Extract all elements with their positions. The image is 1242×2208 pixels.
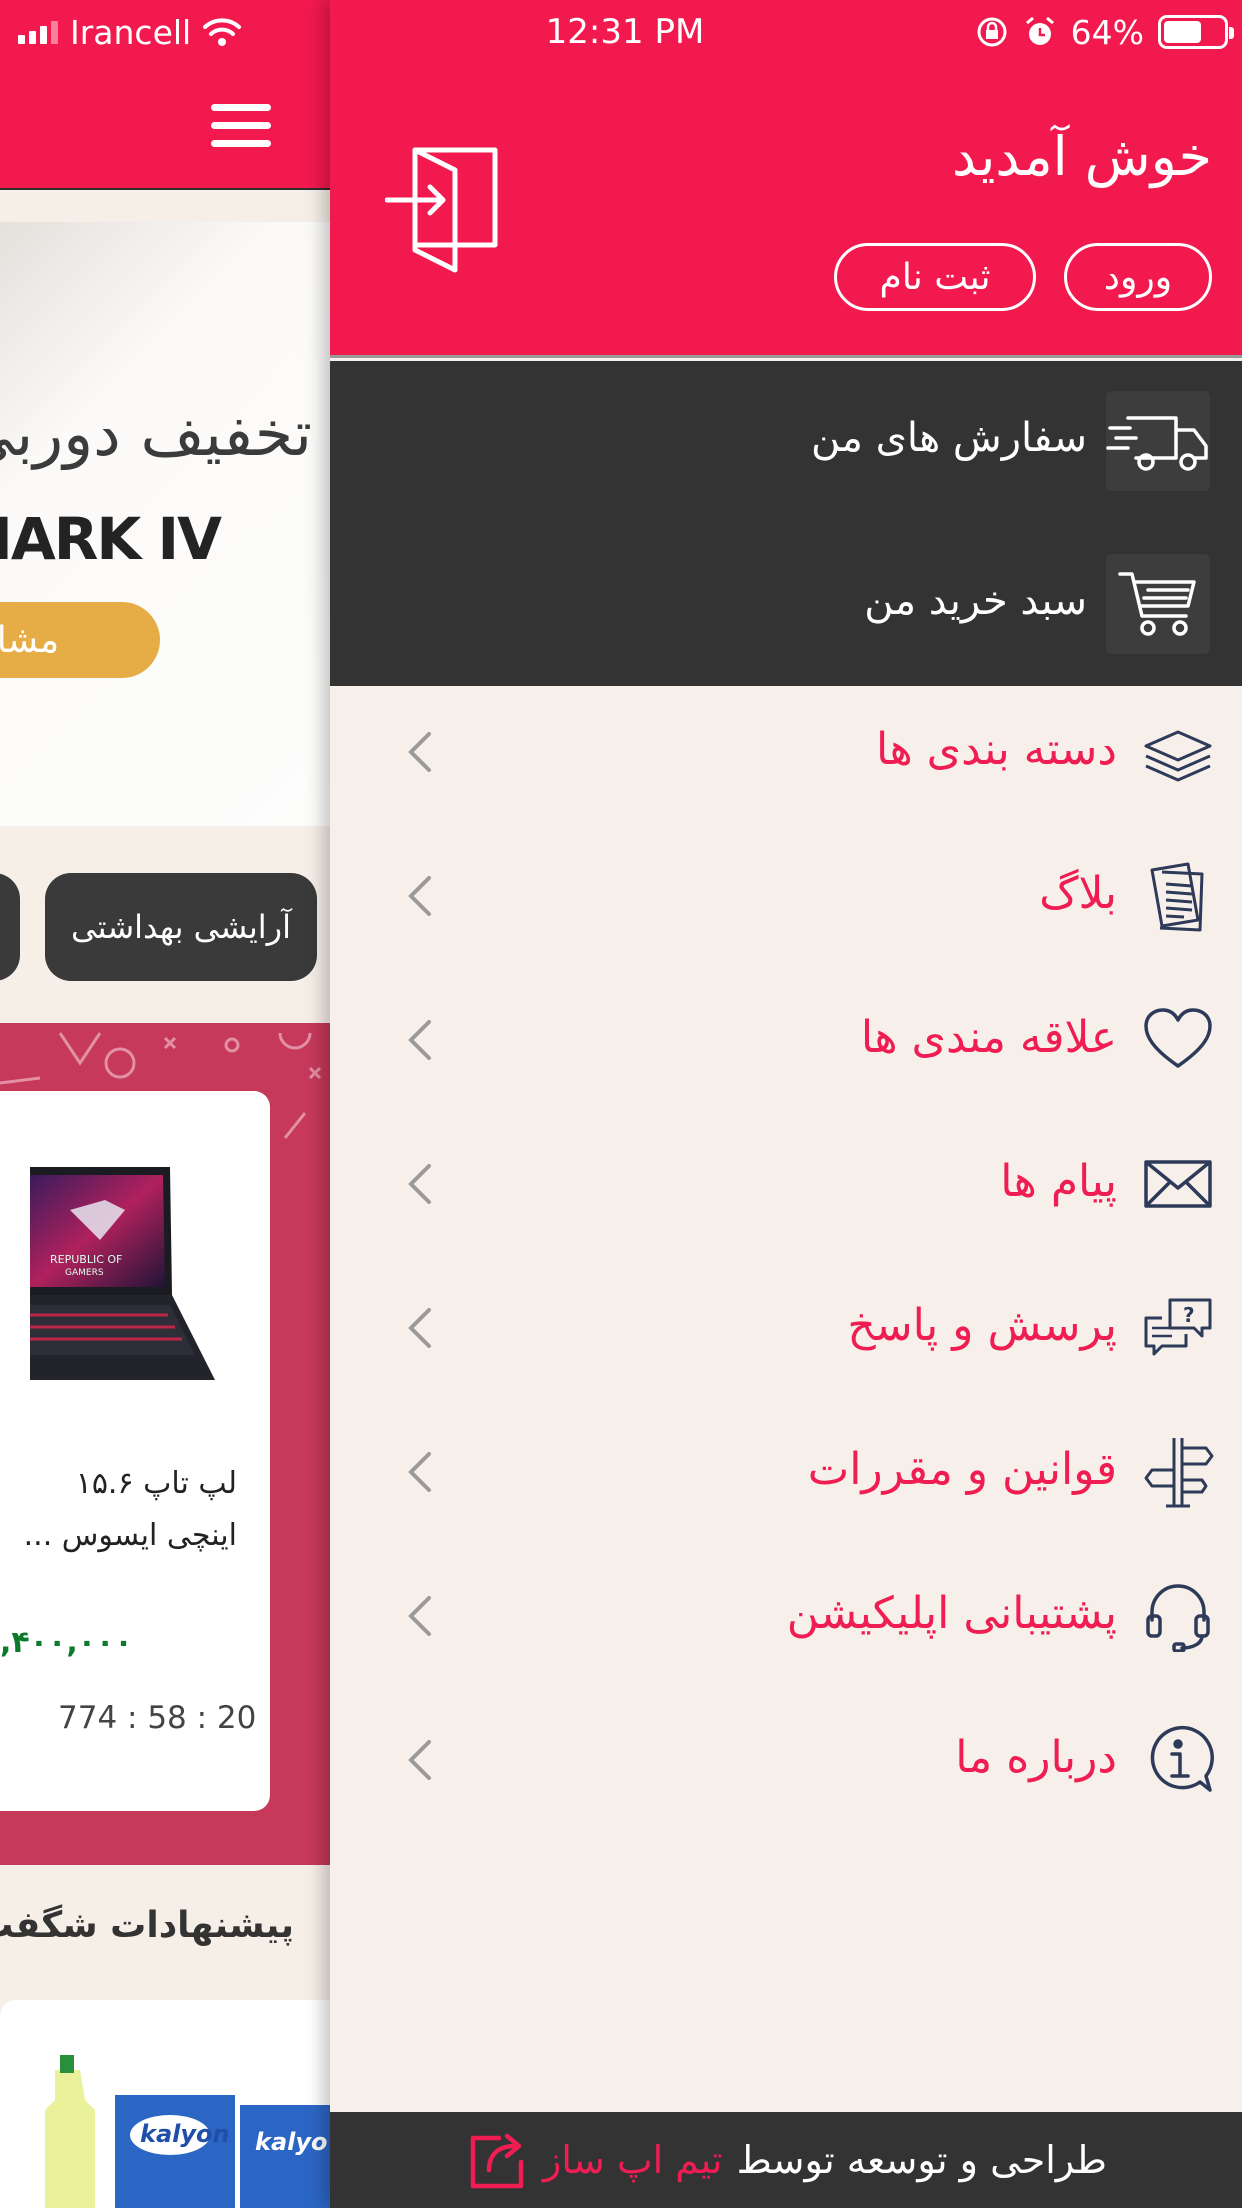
headset-icon [1146,1584,1210,1652]
welcome-title: خوش آمدید [951,125,1212,188]
my-cart-item[interactable]: سبد خرید من [330,524,1242,686]
alarm-icon [1025,16,1054,45]
layers-icon [1144,730,1212,782]
menu-item-messages[interactable]: پیام ها [330,1112,1242,1256]
chevron-left-icon [408,876,431,916]
svg-text:GAMERS: GAMERS [65,1268,104,1278]
login-door-icon[interactable] [385,145,505,275]
chevron-left-icon [408,1452,431,1492]
navigation-drawer: خوش آمدید ورود ثبت نام سفارش های من سبد … [330,0,1242,2208]
chevron-left-icon [408,1020,431,1060]
status-bar-right: 64% [975,8,1234,56]
signal-icon [18,20,58,44]
my-orders-label: سفارش های من [811,415,1087,461]
product-price: ,۴۰۰,۰۰۰ [0,1625,133,1660]
chevron-left-icon [408,1596,431,1636]
svg-text:kalyon: kalyon [140,2120,230,2148]
countdown-timer: 774 : 58 : 20 [58,1700,257,1736]
battery-percent: 64% [1070,12,1144,52]
wifi-icon [203,18,242,46]
banner-model: MARK IV [0,505,222,573]
product-name: لپ تاپ ۱۵.۶ اینچی ایسوس ... [23,1466,237,1553]
menu-item-blog[interactable]: بلاگ [330,824,1242,968]
menu-item-favorites[interactable]: علاقه مندی ها [330,968,1242,1112]
carrier-name: Irancell [70,12,192,52]
my-cart-label: سبد خرید من [864,578,1087,624]
menu-label: درباره ما [955,1732,1117,1783]
category-chip[interactable]: آرایشی بهداشتی [45,873,317,981]
menu-label: پیام ها [1000,1156,1117,1207]
document-icon [1150,862,1204,932]
chevron-left-icon [408,1308,431,1348]
battery-icon [1158,15,1234,49]
chevron-left-icon [408,1164,431,1204]
svg-text:REPUBLIC OF: REPUBLIC OF [50,1253,122,1266]
status-time: 12:31 PM [545,12,705,52]
banner-title: تخفیف دوربی [0,397,312,470]
account-section: سفارش های من سبد خرید من [330,361,1242,686]
envelope-icon [1144,1160,1212,1208]
menu-item-faq[interactable]: ? پرسش و پاسخ [330,1256,1242,1400]
truck-icon [1106,391,1210,491]
banner-view-button[interactable]: مشاهده [0,602,160,678]
promo-banner[interactable]: تخفیف دوربی MARK IV مشاهده [0,222,330,826]
laptop-image: REPUBLIC OF GAMERS [30,1167,215,1380]
menu-label: قوانین و مقررات [807,1444,1117,1495]
product-card[interactable]: kalyon kalyo [0,2000,330,2208]
share-icon [470,2133,524,2189]
battery-fill [1164,21,1202,43]
menu-label: دسته بندی ها [876,724,1117,775]
footer-brand-link[interactable]: تیم اپ ساز [543,2138,723,2182]
section-title: پیشنهادات شگفت [0,1905,294,1946]
footer-credit-text: طراحی و توسعه توسط [736,2138,1107,2182]
svg-text:?: ? [1183,1303,1195,1327]
chevron-left-icon [408,1740,431,1780]
my-orders-item[interactable]: سفارش های من [330,361,1242,523]
heart-icon [1144,1008,1212,1068]
menu-item-terms[interactable]: قوانین و مقررات [330,1400,1242,1544]
info-bubble-icon [1150,1725,1214,1792]
login-button[interactable]: ورود [1064,243,1212,311]
menu-item-support[interactable]: پشتیبانی اپلیکیشن [330,1544,1242,1688]
menu-label: پرسش و پاسخ [847,1300,1117,1351]
chevron-left-icon [408,732,431,772]
menu-label: علاقه مندی ها [860,1012,1117,1063]
menu-label: بلاگ [1039,868,1117,919]
hamburger-menu-button[interactable] [196,80,286,170]
drawer-footer[interactable]: طراحی و توسعه توسط تیم اپ ساز [330,2112,1242,2208]
question-bubble-icon: ? [1144,1298,1212,1356]
background-app: تخفیف دوربی MARK IV مشاهده آرایشی بهداشت… [0,0,330,2208]
menu-item-categories[interactable]: دسته بندی ها [330,680,1242,824]
category-chip[interactable] [0,873,20,981]
register-button[interactable]: ثبت نام [834,243,1036,311]
svg-text:kalyo: kalyo [255,2128,328,2156]
menu-label: پشتیبانی اپلیکیشن [786,1588,1117,1639]
detergent-image: kalyon kalyo [45,2055,330,2208]
rotation-lock-icon [977,17,1007,47]
cart-icon [1106,554,1210,654]
menu-item-about[interactable]: درباره ما [330,1688,1242,1832]
signpost-icon [1144,1438,1214,1508]
status-bar-left: Irancell [18,8,242,56]
